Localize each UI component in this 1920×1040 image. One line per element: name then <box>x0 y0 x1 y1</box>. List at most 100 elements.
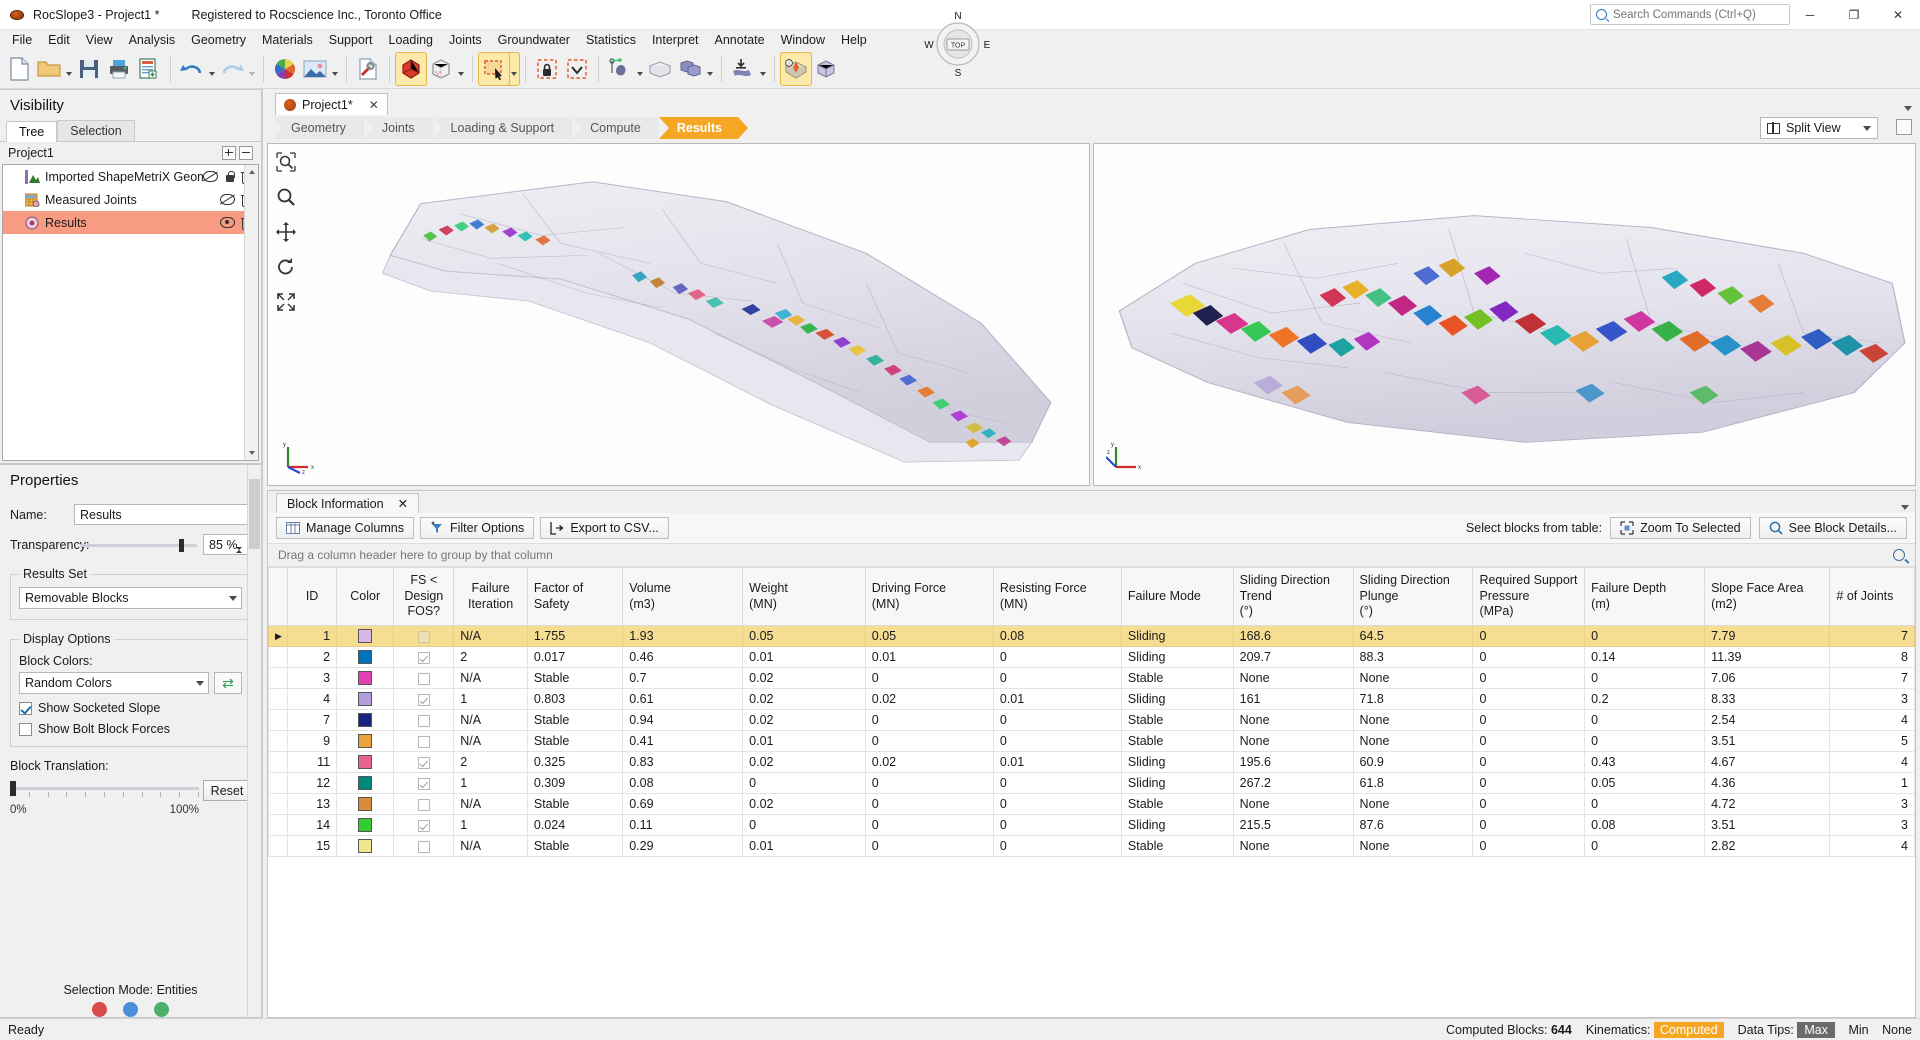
workflow-step-joints[interactable]: Joints <box>363 117 441 139</box>
column-header-failure-depth-m[interactable]: Failure Depth (m) <box>1584 567 1706 626</box>
tab-selection[interactable]: Selection <box>57 120 135 141</box>
menu-item-file[interactable]: File <box>4 32 40 48</box>
cell-fs-design-flag[interactable] <box>393 772 455 794</box>
table-row[interactable]: 2 2 0.017 0.46 0.01 0.01 0 Sliding 209.7 88.3 0 0.1… <box>268 646 1915 668</box>
filter-options-button[interactable]: Filter Options <box>419 517 535 539</box>
column-header-slope-face-area-m2[interactable]: Slope Face Area (m2) <box>1704 567 1831 626</box>
menu-item-loading[interactable]: Loading <box>381 32 442 48</box>
show-bolt-block-forces-checkbox[interactable]: Show Bolt Block Forces <box>19 722 242 736</box>
select-down-icon[interactable] <box>562 53 592 85</box>
results-set-dropdown[interactable]: Removable Blocks <box>19 587 242 609</box>
cell-color[interactable] <box>336 730 395 752</box>
print-icon[interactable] <box>104 53 134 85</box>
zoom-window-icon[interactable] <box>274 150 298 174</box>
properties-scrollbar[interactable] <box>247 465 261 1017</box>
joint-plane-icon[interactable] <box>605 53 635 85</box>
visibility-toggle-icon[interactable] <box>220 194 235 205</box>
menu-item-help[interactable]: Help <box>833 32 875 48</box>
see-block-details-button[interactable]: See Block Details... <box>1758 517 1907 539</box>
column-header-fs-design-fos[interactable]: FS < Design FOS? <box>393 567 455 626</box>
block-translation-slider[interactable]: Reset <box>10 780 251 803</box>
column-header-sliding-direction-trend[interactable]: Sliding Direction Trend (°) <box>1232 567 1354 626</box>
image-icon[interactable] <box>300 53 330 85</box>
minimize-button[interactable]: ─ <box>1788 0 1832 30</box>
joint-dropdown-caret[interactable] <box>635 53 645 85</box>
search-icon[interactable] <box>1893 549 1905 561</box>
table-row[interactable]: 3 N/A Stable 0.7 0.02 0 0 Stable None None 0 0 7.06 7 <box>268 667 1915 689</box>
cell-fs-design-flag[interactable] <box>393 625 455 647</box>
block-info-icon[interactable]: i <box>780 51 812 86</box>
group-by-dropzone[interactable]: Drag a column header here to group by th… <box>268 543 1915 567</box>
cell-fs-design-flag[interactable] <box>393 688 455 710</box>
menu-item-geometry[interactable]: Geometry <box>183 32 254 48</box>
column-header-volume-m3[interactable]: Volume (m3) <box>622 567 744 626</box>
menu-item-statistics[interactable]: Statistics <box>578 32 644 48</box>
faces-mode-icon[interactable] <box>123 1002 138 1017</box>
search-commands-box[interactable] <box>1590 4 1790 25</box>
tree-node-measured-joints[interactable]: Measured Joints <box>3 188 258 211</box>
column-header-failure-iteration[interactable]: Failure Iteration <box>453 567 528 626</box>
tab-block-information[interactable]: Block Information ✕ <box>276 493 420 513</box>
column-header-driving-force-mn[interactable]: Driving Force (MN) <box>864 567 994 626</box>
data-tips-max[interactable]: Max <box>1797 1021 1835 1038</box>
cell-fs-design-flag[interactable] <box>393 646 455 668</box>
document-tab-project1[interactable]: Project1* ✕ <box>275 93 388 115</box>
data-tips-none[interactable]: None <box>1882 1023 1912 1037</box>
menu-item-view[interactable]: View <box>78 32 121 48</box>
expand-all-button[interactable] <box>222 146 236 160</box>
undo-icon[interactable] <box>177 53 207 85</box>
table-row[interactable]: 9 N/A Stable 0.41 0.01 0 0 Stable None None 0 0 3.51… <box>268 730 1915 752</box>
block-grid-icon[interactable] <box>811 53 841 85</box>
column-header-resisting-force-mn[interactable]: Resisting Force (MN) <box>992 567 1122 626</box>
open-folder-dropdown-caret[interactable] <box>64 53 74 85</box>
cell-fs-design-flag[interactable] <box>393 709 455 731</box>
menu-item-analysis[interactable]: Analysis <box>121 32 184 48</box>
solid-block-icon[interactable] <box>395 51 427 86</box>
export-to-csv-button[interactable]: Export to CSV... <box>540 517 669 539</box>
lock-selection-icon[interactable] <box>532 53 562 85</box>
table-row[interactable]: 7 N/A Stable 0.94 0.02 0 0 Stable None None 0 0 2.54… <box>268 709 1915 731</box>
wireframe-block-icon[interactable] <box>426 53 456 85</box>
select-rectangle-icon[interactable] <box>478 51 510 86</box>
undo-dropdown-caret[interactable] <box>207 53 217 85</box>
shuffle-icon[interactable]: ⇄ <box>214 672 242 694</box>
new-document-icon[interactable] <box>4 53 34 85</box>
cell-fs-design-flag[interactable] <box>393 730 455 752</box>
maximize-button[interactable]: ❐ <box>1832 0 1876 30</box>
view-options-icon[interactable] <box>1896 119 1912 135</box>
column-header-factor-of-safety[interactable]: Factor of Safety <box>526 567 624 626</box>
table-row[interactable]: 13 N/A Stable 0.69 0.02 0 0 Stable None None 0 0 4.7… <box>268 793 1915 815</box>
report-icon[interactable] <box>134 53 164 85</box>
menu-item-materials[interactable]: Materials <box>254 32 321 48</box>
cell-fs-design-flag[interactable] <box>393 751 455 773</box>
cell-color[interactable] <box>336 688 395 710</box>
visibility-toggle-icon[interactable] <box>203 171 218 182</box>
tabs-overflow-caret[interactable] <box>1904 106 1912 111</box>
wireframe-dropdown-caret[interactable] <box>456 53 466 85</box>
collapse-all-button[interactable] <box>239 146 253 160</box>
tree-node-imported-geometry[interactable]: Imported ShapeMetriX Geometry <box>3 165 258 188</box>
cell-color[interactable] <box>336 646 395 668</box>
block-colors-dropdown[interactable]: Random Colors <box>19 672 209 694</box>
open-folder-icon[interactable] <box>34 53 64 85</box>
menu-item-groundwater[interactable]: Groundwater <box>490 32 578 48</box>
save-icon[interactable] <box>74 53 104 85</box>
data-tips-min[interactable]: Min <box>1848 1023 1868 1037</box>
pan-icon[interactable] <box>274 220 298 244</box>
cell-fs-design-flag[interactable] <box>393 835 455 857</box>
block-union-icon[interactable] <box>675 53 705 85</box>
zoom-to-selected-button[interactable]: Zoom To Selected <box>1610 517 1751 539</box>
workflow-step-results[interactable]: Results <box>658 117 749 139</box>
select-dropdown-caret[interactable] <box>508 51 520 86</box>
tree-scrollbar[interactable] <box>244 165 258 460</box>
column-header-failure-mode[interactable]: Failure Mode <box>1120 567 1234 626</box>
close-button[interactable]: ✕ <box>1876 0 1920 30</box>
cell-color[interactable] <box>336 793 395 815</box>
cell-color[interactable] <box>336 835 395 857</box>
cell-color[interactable] <box>336 751 395 773</box>
cell-color[interactable] <box>336 709 395 731</box>
menu-item-annotate[interactable]: Annotate <box>707 32 773 48</box>
workflow-step-loading-support[interactable]: Loading & Support <box>432 117 580 139</box>
column-header-sliding-direction-plunge[interactable]: Sliding Direction Plunge (°) <box>1352 567 1474 626</box>
color-wheel-icon[interactable] <box>270 53 300 85</box>
